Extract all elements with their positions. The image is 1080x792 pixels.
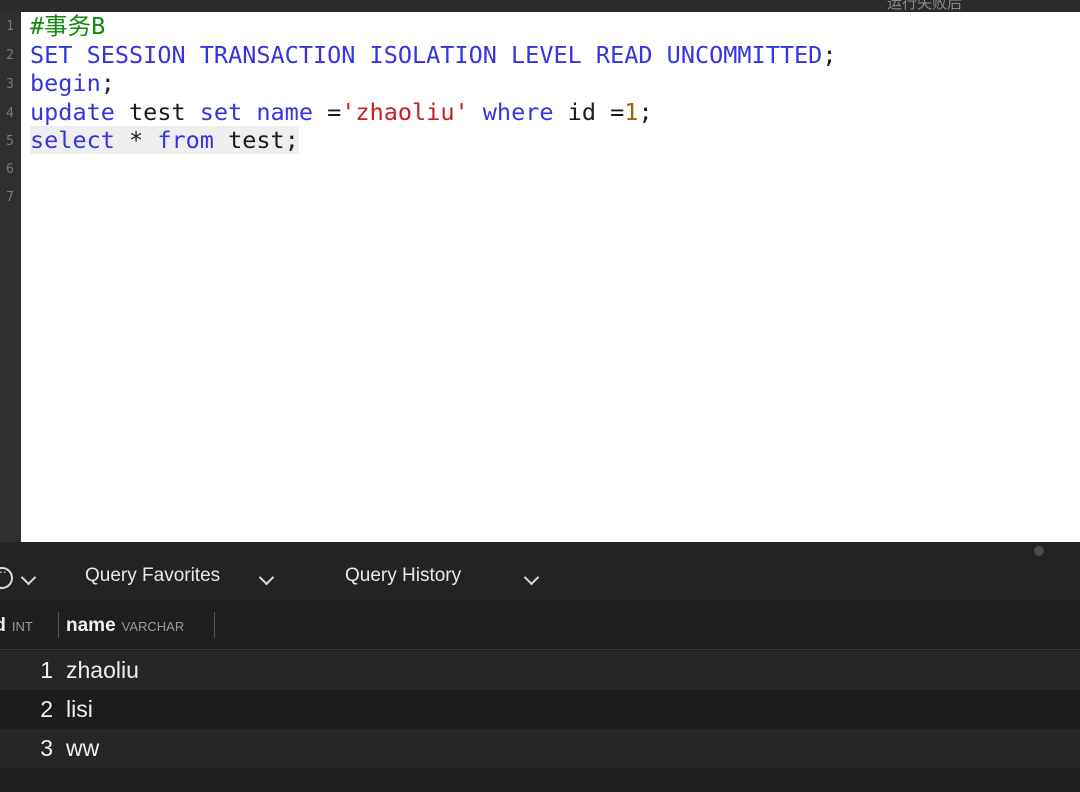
code-token: * [114, 126, 158, 154]
code-token: 1 [624, 98, 639, 126]
chevron-down-icon[interactable] [258, 569, 275, 586]
code-line[interactable]: SET SESSION TRANSACTION ISOLATION LEVEL … [30, 41, 836, 69]
table-row[interactable]: 2 lisi [0, 690, 1080, 729]
cell-name: lisi [66, 696, 93, 722]
line-number: 5 [6, 134, 14, 149]
column-header-id[interactable]: id INT [0, 600, 33, 649]
line-number: 6 [6, 162, 14, 177]
window-topbar: 运行失败后 [0, 0, 1080, 12]
cell-name: ww [66, 735, 100, 761]
code-token: test [213, 126, 285, 154]
column-name: id [0, 615, 6, 636]
cell-name: zhaoliu [66, 657, 139, 683]
code-token: #事务B [30, 12, 106, 40]
results-toolbar: Query Favorites Query History [0, 542, 1080, 601]
line-number: 1 [6, 19, 14, 34]
code-token: name [256, 98, 313, 126]
column-type: VARCHAR [121, 619, 185, 634]
line-number: 2 [6, 48, 14, 63]
results-panel: Query Favorites Query History id INT name… [0, 542, 1080, 792]
code-token: ; [100, 69, 115, 97]
code-line[interactable]: #事务B [30, 12, 105, 40]
code-line[interactable]: update test set name ='zhaoliu' where id… [30, 98, 653, 126]
column-name: name [66, 615, 116, 636]
code-token: select [30, 126, 115, 154]
column-type: INT [11, 619, 33, 634]
code-token: begin [30, 69, 101, 97]
code-token: set [199, 98, 243, 126]
status-dot [1034, 546, 1044, 556]
line-number: 4 [6, 106, 14, 121]
column-divider[interactable] [58, 612, 59, 638]
code-token: = [312, 98, 342, 126]
table-row[interactable]: 1 zhaoliu [0, 651, 1080, 690]
code-token: 'zhaoliu' [341, 98, 469, 126]
line-number-gutter: 1 2 3 4 5 6 7 [0, 12, 21, 542]
cell-id: 2 [40, 696, 53, 722]
table-row[interactable]: 3 ww [0, 729, 1080, 768]
code-token: test [114, 98, 200, 126]
code-token: where [482, 98, 554, 126]
code-token: from [157, 126, 214, 154]
code-token: id = [553, 98, 625, 126]
code-token: update [30, 98, 115, 126]
query-favorites-button[interactable]: Query Favorites [85, 542, 220, 600]
code-token: ; [284, 126, 299, 154]
code-token: SET SESSION TRANSACTION ISOLATION LEVEL … [30, 41, 823, 69]
results-header: id INT name VARCHAR [0, 600, 1080, 650]
line-number: 3 [6, 77, 14, 92]
cell-id: 1 [40, 657, 53, 683]
code-token: ; [638, 98, 653, 126]
code-line[interactable]: begin; [30, 69, 115, 97]
cell-id: 3 [40, 735, 53, 761]
code-token: ; [822, 41, 837, 69]
chevron-down-icon[interactable] [20, 569, 37, 586]
line-number: 7 [6, 190, 14, 205]
sql-editor[interactable]: 1 2 3 4 5 6 7 #事务B SET SESSION TRANSACTIO… [0, 12, 1080, 542]
query-history-button[interactable]: Query History [345, 542, 461, 600]
column-header-name[interactable]: name VARCHAR [66, 600, 184, 649]
chevron-down-icon[interactable] [523, 569, 540, 586]
column-divider[interactable] [214, 612, 215, 638]
more-options-icon[interactable] [0, 563, 13, 589]
code-line[interactable]: select * from test; [30, 126, 299, 155]
